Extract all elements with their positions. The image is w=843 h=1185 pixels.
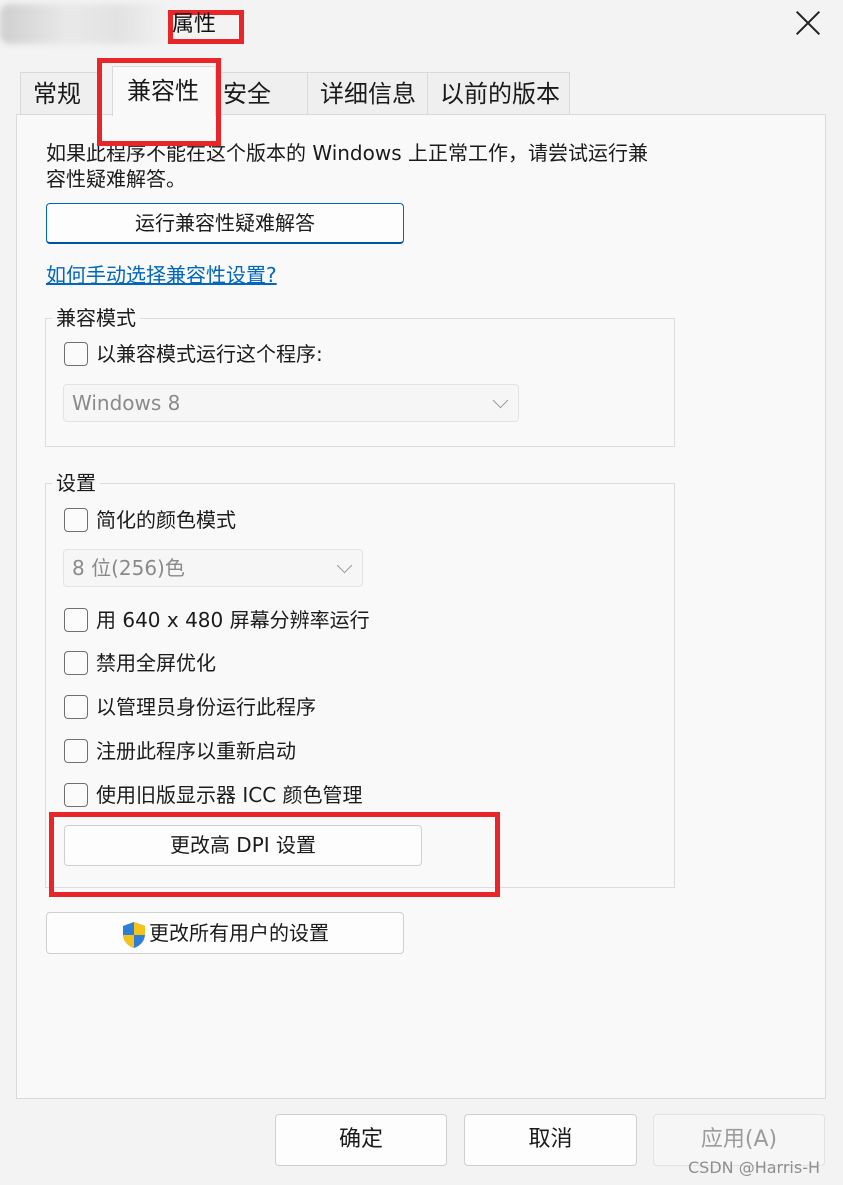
app-icon-blurred [0, 4, 170, 44]
disable-fullscreen-opt-checkbox[interactable] [64, 651, 88, 675]
change-all-users-label: 更改所有用户的设置 [149, 921, 329, 945]
dpi-highlight-box [49, 812, 500, 897]
tab-security[interactable]: 安全 [210, 72, 308, 114]
window-title: 属性 [172, 12, 217, 37]
tab-general[interactable]: 常规 [20, 72, 102, 114]
legacy-icc-checkbox[interactable] [64, 783, 88, 807]
close-icon[interactable] [795, 10, 821, 36]
compat-mode-select[interactable]: Windows 8 [63, 384, 519, 422]
uac-shield-icon [123, 921, 145, 948]
reduced-color-label: 简化的颜色模式 [96, 508, 236, 532]
settings-legend: 设置 [52, 471, 100, 495]
disable-fullscreen-opt-label: 禁用全屏优化 [96, 651, 216, 675]
cancel-button[interactable]: 取消 [464, 1114, 637, 1166]
reduced-color-checkbox[interactable] [64, 508, 88, 532]
change-all-users-button[interactable]: 更改所有用户的设置 [46, 912, 404, 954]
run-as-admin-label: 以管理员身份运行此程序 [96, 695, 316, 719]
tab-highlight-box [97, 58, 221, 146]
tab-previous-versions[interactable]: 以前的版本 [427, 72, 570, 114]
tab-details[interactable]: 详细信息 [307, 72, 428, 114]
resolution-640-label: 用 640 x 480 屏幕分辨率运行 [96, 608, 370, 632]
run-as-admin-checkbox[interactable] [64, 695, 88, 719]
ok-button[interactable]: 确定 [275, 1114, 447, 1166]
chevron-down-icon [336, 557, 353, 574]
color-depth-select-value: 8 位(256)色 [72, 556, 185, 580]
compat-mode-checkbox[interactable] [64, 342, 88, 366]
run-troubleshooter-button[interactable]: 运行兼容性疑难解答 [46, 203, 404, 244]
register-restart-checkbox[interactable] [64, 739, 88, 763]
register-restart-label: 注册此程序以重新启动 [96, 739, 296, 763]
compat-mode-checkbox-label: 以兼容模式运行这个程序: [96, 342, 323, 366]
manual-settings-link[interactable]: 如何手动选择兼容性设置? [46, 259, 277, 288]
compat-mode-select-value: Windows 8 [72, 391, 181, 415]
intro-line-2: 容性疑难解答。 [46, 167, 186, 191]
watermark: CSDN @Harris-H [688, 1158, 820, 1177]
compat-mode-group [45, 318, 675, 447]
color-depth-select[interactable]: 8 位(256)色 [63, 549, 363, 587]
chevron-down-icon [492, 392, 509, 409]
legacy-icc-label: 使用旧版显示器 ICC 颜色管理 [96, 783, 363, 807]
resolution-640-checkbox[interactable] [64, 608, 88, 632]
compat-mode-legend: 兼容模式 [52, 306, 140, 330]
